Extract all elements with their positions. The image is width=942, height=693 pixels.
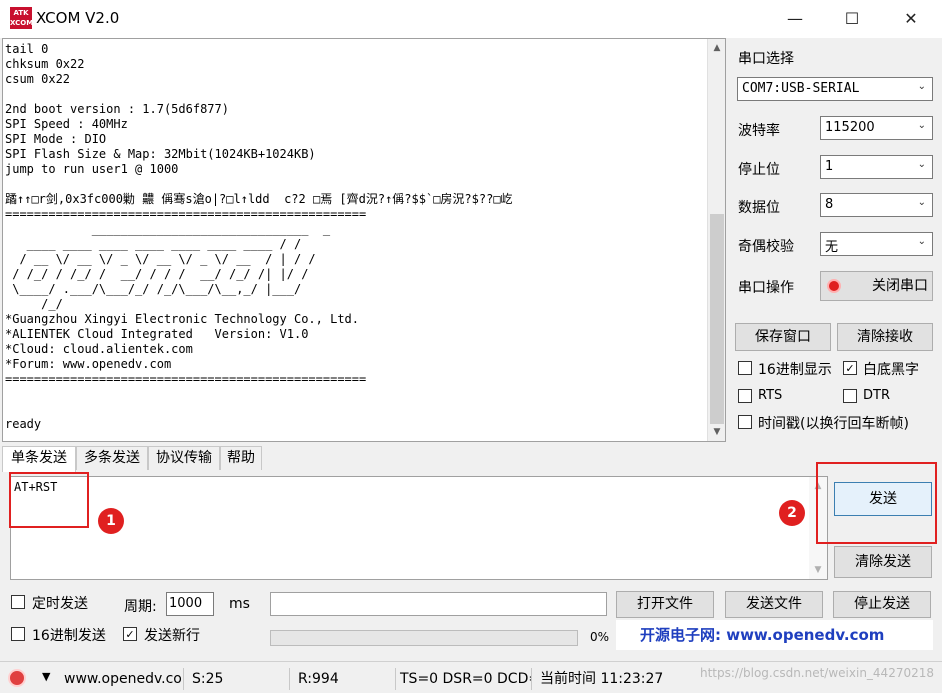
title-bar: ATK XCOM XCOM V2.0 — ☐ ✕ [0, 0, 942, 38]
stopbits-select[interactable]: 1 ⌄ [820, 155, 933, 179]
dtr-label: DTR [863, 388, 890, 403]
status-received-count: R:994 [294, 668, 396, 690]
console-text: tail 0 chksum 0x22 csum 0x22 2nd boot ve… [5, 42, 513, 431]
hex-display-checkbox[interactable] [738, 361, 752, 375]
white-bg-label: 白底黑字 [863, 362, 919, 378]
open-file-button[interactable]: 打开文件 [616, 591, 714, 618]
chevron-down-icon: ⌄ [917, 236, 926, 247]
promo-link[interactable]: 开源电子网: www.openedv.com [616, 620, 933, 650]
status-signals: TS=0 DSR=0 DCD= [396, 668, 532, 690]
baud-select[interactable]: 115200 ⌄ [820, 116, 933, 140]
tab-multi-send[interactable]: 多条发送 [76, 446, 148, 470]
receive-console[interactable]: tail 0 chksum 0x22 csum 0x22 2nd boot ve… [2, 38, 726, 442]
databits-value: 8 [825, 197, 834, 212]
chevron-down-icon: ⌄ [917, 81, 926, 92]
close-port-button[interactable]: 关闭串口 [820, 271, 933, 301]
parity-label: 奇偶校验 [738, 239, 794, 255]
port-value: COM7:USB-SERIAL [742, 81, 860, 96]
status-time: 当前时间 11:23:27 [540, 671, 664, 687]
stopbits-label: 停止位 [738, 162, 780, 178]
baud-label: 波特率 [738, 123, 780, 139]
status-url: www.openedv.com [60, 668, 184, 690]
status-sent-count: S:25 [188, 668, 290, 690]
check-icon: ✓ [125, 628, 135, 641]
save-window-button[interactable]: 保存窗口 [735, 323, 831, 351]
scroll-thumb[interactable] [710, 214, 724, 424]
tab-help[interactable]: 帮助 [220, 446, 262, 470]
annotation-marker-2: 2 [779, 500, 805, 526]
period-label: 周期: [124, 599, 157, 615]
send-newline-checkbox[interactable]: ✓ [123, 627, 137, 641]
send-input[interactable]: AT+RST ▲ ▼ [10, 476, 828, 580]
period-unit: ms [229, 596, 250, 612]
window-title: XCOM V2.0 [36, 9, 120, 27]
send-progress-bar [270, 630, 578, 646]
chevron-down-icon: ⌄ [917, 197, 926, 208]
send-newline-label: 发送新行 [144, 628, 200, 644]
dtr-checkbox[interactable] [843, 389, 857, 403]
timed-send-checkbox[interactable] [11, 595, 25, 609]
white-bg-checkbox[interactable]: ✓ [843, 361, 857, 375]
status-bar: ▼ www.openedv.com S:25 R:994 TS=0 DSR=0 … [0, 661, 942, 693]
close-port-label: 关闭串口 [872, 278, 928, 294]
maximize-button[interactable]: ☐ [829, 0, 875, 38]
annotation-box-input [9, 472, 89, 528]
chevron-down-icon: ⌄ [917, 159, 926, 170]
dropdown-arrow-icon[interactable]: ▼ [42, 670, 50, 683]
rts-label: RTS [758, 388, 783, 403]
parity-value: 无 [825, 240, 839, 255]
rts-checkbox[interactable] [738, 389, 752, 403]
file-path-input[interactable] [270, 592, 607, 616]
settings-icon[interactable] [8, 669, 26, 687]
tab-protocol[interactable]: 协议传输 [148, 446, 220, 470]
port-op-label: 串口操作 [738, 280, 794, 296]
port-status-icon [827, 279, 841, 293]
hex-send-label: 16进制发送 [32, 628, 106, 644]
port-select[interactable]: COM7:USB-SERIAL ⌄ [737, 77, 933, 101]
timed-send-label: 定时发送 [32, 596, 88, 612]
databits-label: 数据位 [738, 200, 780, 216]
chevron-down-icon: ⌄ [917, 120, 926, 131]
clear-send-button[interactable]: 清除发送 [834, 546, 932, 578]
annotation-marker-1: 1 [98, 508, 124, 534]
baud-value: 115200 [825, 120, 875, 135]
scroll-down-icon[interactable]: ▼ [809, 561, 827, 579]
scroll-up-icon[interactable]: ▲ [708, 39, 725, 57]
clear-receive-button[interactable]: 清除接收 [837, 323, 933, 351]
timestamp-label: 时间戳(以换行回车断帧) [758, 416, 909, 432]
app-logo: ATK XCOM [10, 7, 34, 29]
scroll-down-icon[interactable]: ▼ [708, 423, 725, 441]
stop-send-button[interactable]: 停止发送 [833, 591, 931, 618]
tab-single-send[interactable]: 单条发送 [2, 446, 76, 472]
port-select-label: 串口选择 [738, 51, 794, 67]
stopbits-value: 1 [825, 159, 834, 174]
close-button[interactable]: ✕ [888, 0, 934, 38]
check-icon: ✓ [845, 362, 855, 375]
hex-display-label: 16进制显示 [758, 362, 832, 378]
send-file-button[interactable]: 发送文件 [725, 591, 823, 618]
minimize-button[interactable]: — [772, 0, 818, 38]
console-scrollbar[interactable]: ▲ ▼ [707, 39, 725, 441]
progress-text: 0% [590, 630, 610, 644]
timestamp-checkbox[interactable] [738, 415, 752, 429]
watermark: https://blog.csdn.net/weixin_44270218 [699, 666, 934, 680]
annotation-box-send [816, 462, 937, 544]
parity-select[interactable]: 无 ⌄ [820, 232, 933, 256]
databits-select[interactable]: 8 ⌄ [820, 193, 933, 217]
period-input[interactable]: 1000 [166, 592, 214, 616]
hex-send-checkbox[interactable] [11, 627, 25, 641]
